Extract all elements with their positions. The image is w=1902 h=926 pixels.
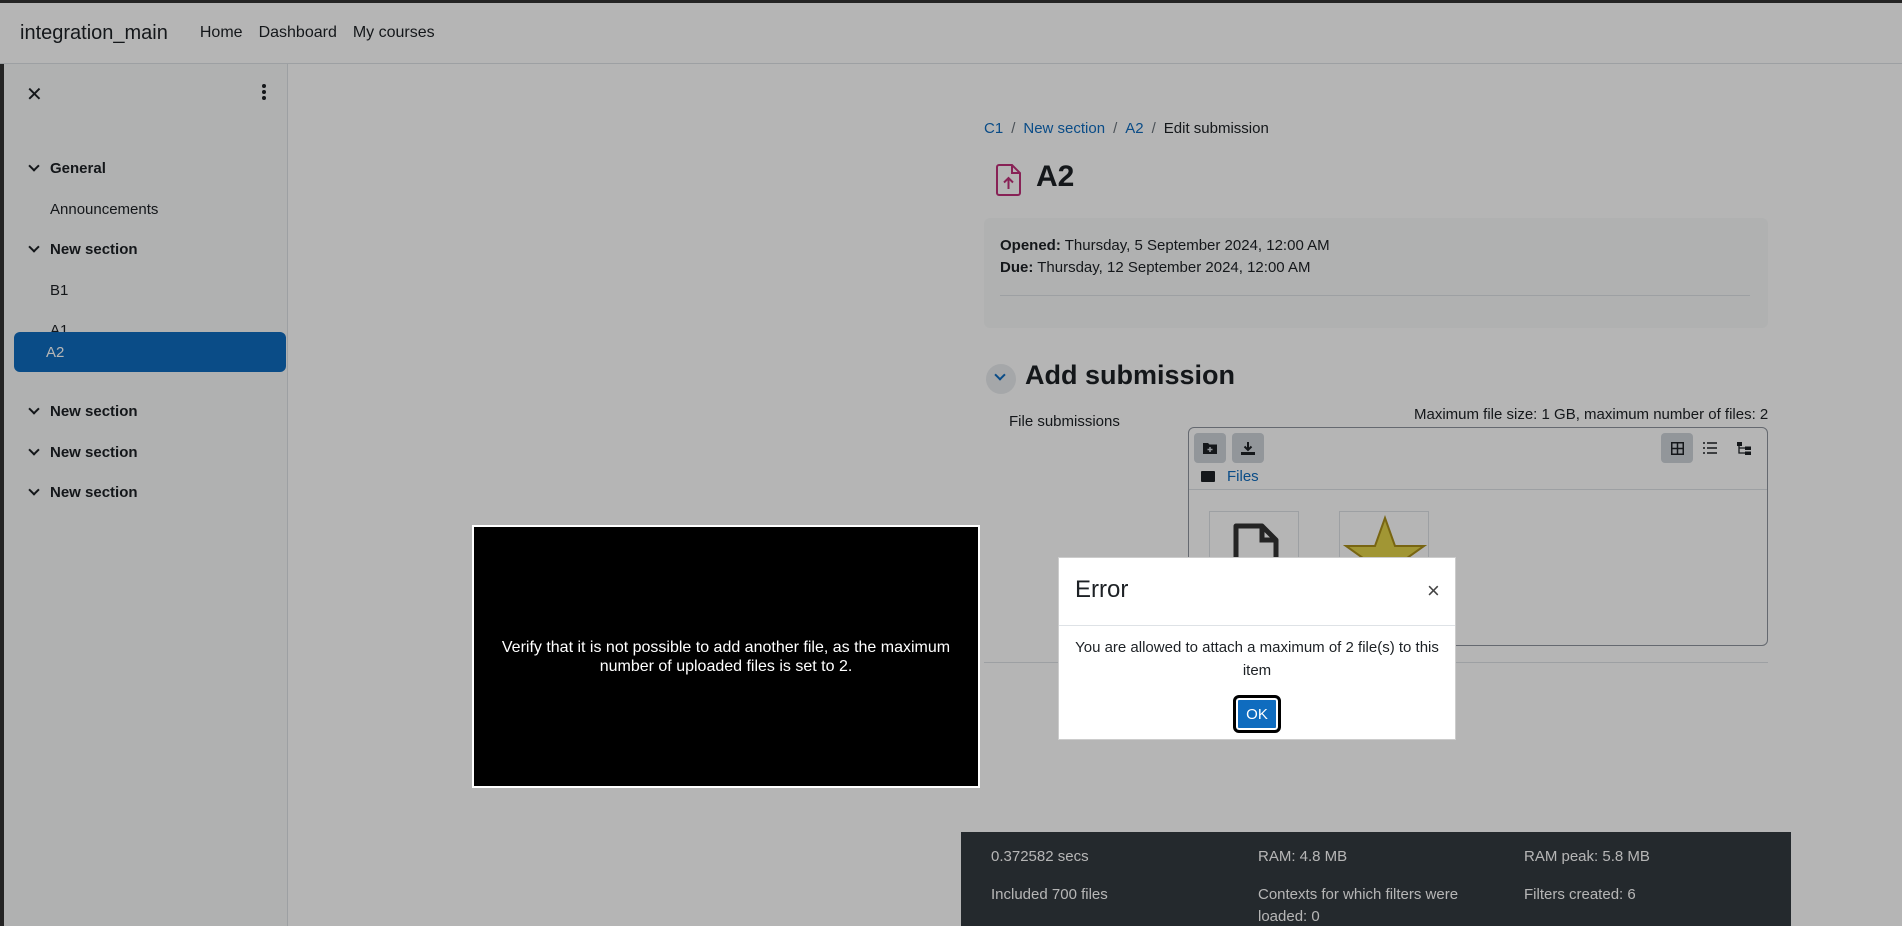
error-modal: Error × You are allowed to attach a maxi… — [1058, 557, 1456, 740]
modal-header: Error × — [1059, 558, 1455, 626]
modal-title: Error — [1075, 576, 1129, 603]
instruction-overlay: Verify that it is not possible to add an… — [472, 525, 980, 788]
close-icon[interactable]: × — [1427, 578, 1440, 604]
modal-message: You are allowed to attach a maximum of 2… — [1075, 639, 1439, 679]
ok-button[interactable]: OK — [1233, 695, 1281, 733]
